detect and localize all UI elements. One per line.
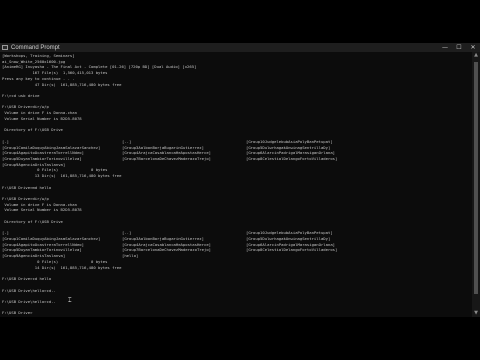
console-line: ai_Snow_White_2560x1600.jpg [2, 58, 66, 64]
directory-entry: [Group4AgapitoOcastreraTorrellNdeo] [2, 150, 84, 156]
console-line: F:\USB Drive\hello>cd.. [2, 287, 56, 293]
directory-entry: [Group9AgenciaOrisTaslanva] [2, 253, 66, 259]
console-line: 47 Dir(s) 161,885,716,480 bytes free [2, 81, 122, 87]
directory-entry: [Group9AgenciaOrisTaslanva] [2, 161, 66, 167]
console-line: Volume in drive F is Donna-chan [2, 201, 77, 207]
console-line: F:\USB Drive>dir/w/p [2, 104, 49, 110]
directory-entry: [Group8CelestialDelangoFortoVilladeros] [246, 155, 338, 161]
command-prompt-window: Command Prompt — ☐ ✕ [Workshops, Trainin… [0, 43, 480, 317]
directory-entry: [Group7BarcelonaDeChavezMaderazoTrejo] [122, 247, 212, 253]
directory-entry: [Group1CamilaDuquyAbingJasmSalazarSanche… [2, 144, 101, 150]
directory-entry: [Group4ArajcaCasablancaHeApostasHerce] [122, 241, 212, 247]
directory-entry: [Group10JudgelebubAsiaPolyBanPetupat] [246, 230, 333, 236]
vertical-scrollbar[interactable]: ▲ ▼ [472, 52, 480, 317]
console-line: F:\>cd usb drive [2, 93, 40, 99]
console-line: Volume Serial Number is B2D5-8078 [2, 115, 82, 121]
directory-entry: [.] [2, 138, 10, 144]
console-output[interactable]: [Workshops, Training, Seminars] ai_Snow_W… [0, 52, 472, 317]
minimize-button[interactable]: — [438, 43, 452, 52]
console-line: F:\USB Drive\hello>cd.. [2, 298, 56, 304]
console-line: 14 Dir(s) 161,885,716,480 bytes free [2, 264, 122, 270]
directory-entry: [Group4AgapitoOcastreraTorrellNdeo] [2, 241, 84, 247]
directory-entry: [Group5DulwrhagakUnwinagSentrillaDy] [246, 144, 331, 150]
directory-entry: [Group10JudgelebubAsiaPolyBanPetupat] [246, 138, 333, 144]
directory-entry: [Group5DuyanTambiorTorinovillelva] [2, 247, 82, 253]
console-line: 13 Dir(s) 161,885,716,480 bytes free [2, 173, 122, 179]
directory-entry: [Group6AlarcinPadrigalMarasiganOrlana] [246, 241, 336, 247]
directory-entry: [Group3AalbonBorjaBugarinGutierrez] [122, 144, 204, 150]
window-title: Command Prompt [11, 44, 60, 51]
title-bar[interactable]: Command Prompt — ☐ ✕ [0, 43, 480, 52]
directory-entry: [Group5DulwrhagakUnwinagSentrillaDy] [246, 236, 331, 242]
scroll-thumb[interactable] [474, 62, 478, 294]
console-line: Press any key to continue . . . [2, 75, 75, 81]
directory-entry: [Group4ArajcaCasablancaHeApostasHerce] [122, 150, 212, 156]
close-button[interactable]: ✕ [466, 43, 480, 52]
directory-entry: [hello] [122, 253, 139, 259]
mouse-cursor-icon: ⌶ [68, 297, 72, 304]
directory-entry: [..] [122, 230, 132, 236]
console-line: 0 File(s) 0 bytes [2, 167, 108, 173]
directory-entry: [Group6AlarcinPadrigalMarasiganOrlana] [246, 150, 336, 156]
scroll-down-arrow-icon[interactable]: ▼ [472, 310, 480, 317]
console-line: F:\USB Drive>dir/w/p [2, 196, 49, 201]
scroll-up-arrow-icon[interactable]: ▲ [472, 52, 480, 59]
cmd-app-icon [2, 45, 8, 50]
console-line: Directory of F:\USB Drive [2, 127, 63, 133]
directory-entry: [Group5DuyanTambiorTorinovillelva] [2, 155, 82, 161]
directory-entry: [Group8CelestialDelangoFortoVilladeros] [246, 247, 338, 253]
console-line: [AnimeRG] Inuyasha - The Final Act - Com… [2, 64, 197, 70]
console-line: F:\USB Drive> [2, 310, 33, 316]
directory-entry: [Group3AalbonBorjaBugarinGutierrez] [122, 236, 204, 242]
console-line: Directory of F:\USB Drive [2, 218, 63, 224]
directory-entry: [Group1CamilaDuquyAbingJasmSalazarSanche… [2, 236, 101, 242]
console-line: Volume in drive F is Donna-chan [2, 110, 77, 116]
directory-entry: [.] [2, 230, 10, 236]
console-line: [Workshops, Training, Seminars] [2, 53, 75, 58]
console-line: 0 File(s) 0 bytes [2, 258, 108, 264]
directory-entry: [..] [122, 138, 132, 144]
console-line: F:\USB Drive>cd hello [2, 276, 52, 282]
console-line: F:\USB Drive>md hello [2, 184, 52, 190]
window-controls: — ☐ ✕ [438, 43, 480, 52]
console-line: 167 File(s) 1,560,415,013 bytes [2, 70, 108, 76]
console-line: Volume Serial Number is B2D5-8078 [2, 207, 82, 213]
maximize-button[interactable]: ☐ [452, 43, 466, 52]
directory-entry: [Group7BarcelonaDeChavezMaderazoTrejo] [122, 155, 212, 161]
